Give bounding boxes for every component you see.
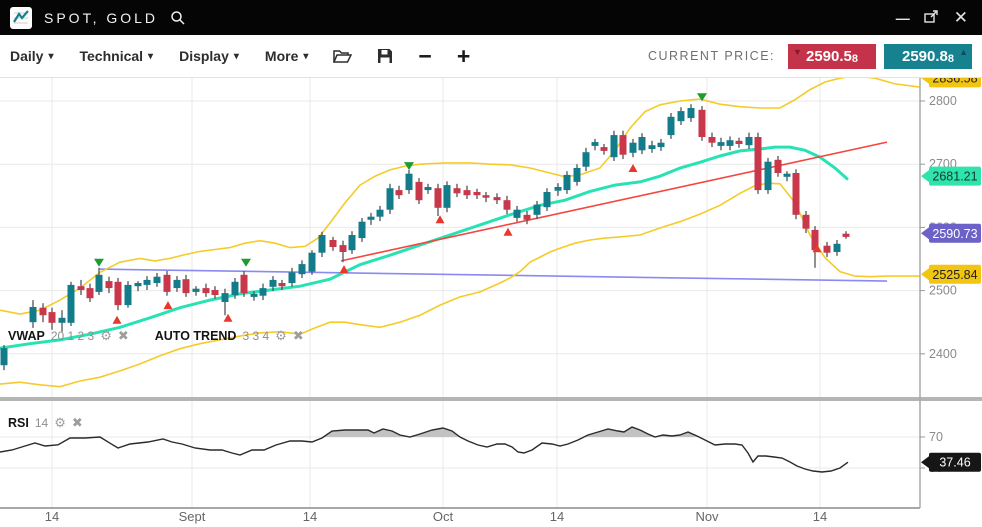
vwap-line [0,147,847,348]
minimize-button[interactable]: — [896,11,909,25]
sell-marker-icon [94,259,104,267]
menu-more[interactable]: More ▾ [265,48,308,64]
svg-text:2525.84: 2525.84 [932,268,977,282]
sell-marker-icon [241,259,251,267]
auto-trend-params: 3 3 4 [242,329,269,343]
arrow-up-icon: ▲ [959,47,968,57]
bid-price-badge: ▼ 2590.5 8 [788,44,876,69]
vwap-params: 20 1 2 3 [51,329,94,343]
close-icon[interactable]: ✖ [293,330,304,342]
gear-icon[interactable]: ⚙ [54,417,66,429]
buy-marker-icon [629,164,638,172]
svg-text:2681.21: 2681.21 [932,170,977,184]
vwap-indicator-row: VWAP 20 1 2 3 ⚙ ✖ AUTO TREND 3 3 4 ⚙ ✖ [8,329,304,343]
ask-price-badge: 2590.8 8 ▲ [884,44,972,69]
rsi-overbought-fill [0,427,848,472]
chart-canvas[interactable]: 28002700260025002400703014Sept14Oct14Nov… [0,0,982,527]
close-icon[interactable]: ✖ [118,330,129,342]
svg-text:70: 70 [929,430,943,444]
svg-text:14: 14 [303,509,317,524]
window-controls: — ✕ [896,10,968,26]
title-bar: SPOT, GOLD — ✕ [0,0,982,35]
rsi-plot [0,427,848,472]
app-logo-icon [10,7,32,29]
svg-text:14: 14 [813,509,827,524]
gear-icon[interactable]: ⚙ [100,330,112,342]
close-button[interactable]: ✕ [954,11,968,25]
zoom-in-button[interactable]: + [457,46,470,66]
buy-marker-icon [113,316,122,324]
zoom-out-button[interactable]: − [418,46,431,66]
open-folder-icon[interactable] [333,49,352,64]
buy-marker-icon [164,301,173,309]
chevron-down-icon: ▾ [48,51,53,62]
svg-text:14: 14 [45,509,59,524]
svg-text:2590.73: 2590.73 [932,227,977,241]
svg-text:2500: 2500 [929,284,957,298]
menu-daily[interactable]: Daily ▾ [10,48,54,64]
rsi-label: RSI [8,416,29,430]
search-icon[interactable] [170,10,186,26]
window-title: SPOT, GOLD [44,10,158,26]
svg-text:2800: 2800 [929,94,957,108]
menu-technical[interactable]: Technical ▾ [80,48,154,64]
close-icon[interactable]: ✖ [72,417,83,429]
chevron-down-icon: ▾ [234,51,239,62]
chevron-down-icon: ▾ [148,51,153,62]
svg-text:Nov: Nov [695,509,719,524]
svg-text:Oct: Oct [433,509,454,524]
menu-display[interactable]: Display ▾ [179,48,239,64]
chevron-down-icon: ▾ [303,51,308,62]
price-tags: 2836.582681.212590.732525.8437.46 [921,68,981,471]
svg-text:14: 14 [550,509,564,524]
svg-text:2400: 2400 [929,347,957,361]
axis-frame [0,77,982,508]
bollinger-upper-band [0,76,920,314]
current-price-label: CURRENT PRICE: [648,49,775,63]
svg-text:37.46: 37.46 [939,456,970,470]
rsi-params: 14 [35,416,48,430]
pane-divider [0,397,982,401]
ask-price-value: 2590.8 [902,48,948,65]
popout-button[interactable] [924,10,939,26]
rsi-indicator-row: RSI 14 ⚙ ✖ [8,416,83,430]
gear-icon[interactable]: ⚙ [275,330,287,342]
toolbar: Daily ▾ Technical ▾ Display ▾ More ▾ − +… [0,35,982,78]
svg-text:Sept: Sept [179,509,206,524]
arrow-down-icon: ▼ [793,47,802,57]
bid-price-value: 2590.5 [806,48,852,65]
auto-trend-label: AUTO TREND [155,329,237,343]
vwap-label: VWAP [8,329,45,343]
buy-marker-icon [504,228,513,236]
buy-marker-icon [340,265,349,273]
save-icon[interactable] [377,48,393,64]
